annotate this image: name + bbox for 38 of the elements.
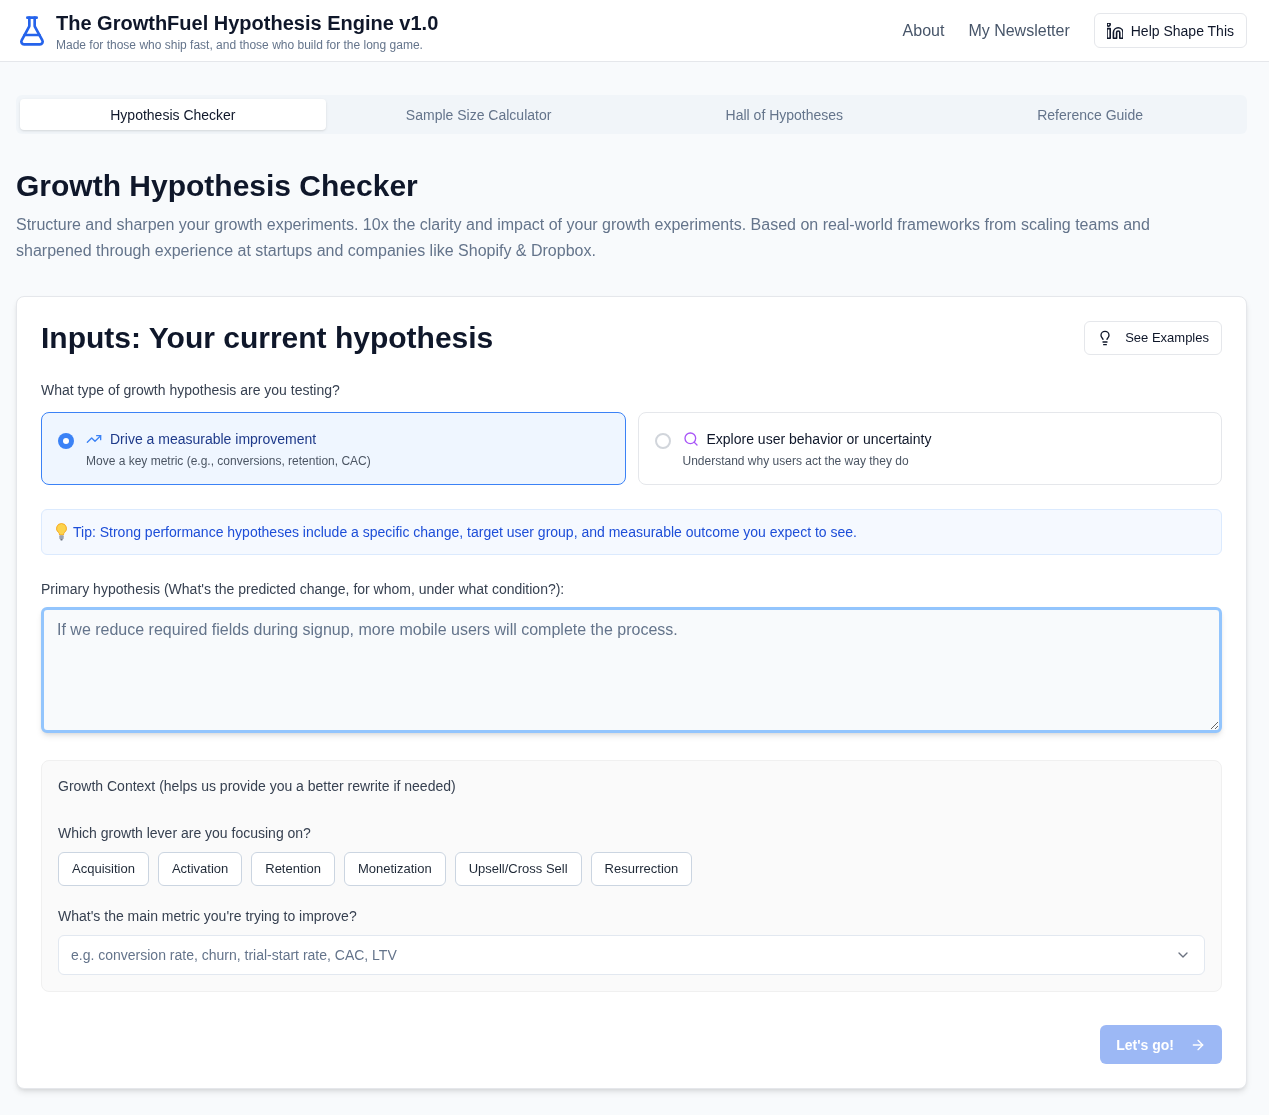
app-subtitle: Made for those who ship fast, and those who build for the long game. xyxy=(56,36,424,53)
app-title: The GrowthFuel Hypothesis Engine v1.0 xyxy=(56,10,439,36)
radio-button[interactable] xyxy=(58,433,74,449)
radio-button[interactable] xyxy=(654,433,671,449)
page-description: Structure and sharpen your growth experiments. 10x the clarity and impact of your growth experiments. Based on real-world frameworks from scaling teams and sharpened through experience at startups and companies like Shopify & Dropbox. xyxy=(16,215,1151,261)
tab[interactable]: Hall of Hypotheses xyxy=(631,99,938,130)
nav-link[interactable]: About xyxy=(902,18,945,43)
lever-question: Which growth lever are you focusing on? xyxy=(58,824,312,843)
option-description: Move a key metric (e.g., conversions, retention, CAC) xyxy=(86,453,371,469)
linkedin-icon xyxy=(1106,22,1123,39)
option-description: Understand why users act the way they do xyxy=(682,453,910,469)
lever-chip[interactable]: Acquisition xyxy=(58,852,149,886)
context-title: Growth Context (helps us provide you a better rewrite if needed) xyxy=(58,777,457,796)
see-examples-button[interactable]: See Examples xyxy=(1084,321,1222,355)
search-icon xyxy=(682,431,699,447)
hypothesis-label: Primary hypothesis (What's the predicted change, for whom, under what condition?): xyxy=(41,580,566,599)
hypothesis-type-option[interactable]: Explore user behavior or uncertainty Understand why users act the way they do xyxy=(637,412,1222,485)
lever-chip[interactable]: Retention xyxy=(251,852,335,886)
option-title: Drive a measurable improvement xyxy=(110,430,317,449)
option-title: Explore user behavior or uncertainty xyxy=(706,430,932,449)
hypothesis-type-option[interactable]: Drive a measurable improvement Move a key metric (e.g., conversions, retention, CAC) xyxy=(41,412,626,485)
tip-text: Tip: Strong performance hypotheses include a specific change, target user group, and measurable outcome you expect to see. xyxy=(73,523,857,542)
lever-chip[interactable]: Monetization xyxy=(343,852,446,886)
type-question: What type of growth hypothesis are you testing? xyxy=(41,381,341,400)
nav-link[interactable]: My Newsletter xyxy=(968,18,1070,43)
card-title: Inputs: Your current hypothesis xyxy=(41,320,494,356)
help-shape-button[interactable]: Help Shape This xyxy=(1093,13,1247,48)
light-bulb-icon xyxy=(56,523,67,541)
lever-chip[interactable]: Resurrection xyxy=(590,852,693,886)
tab[interactable]: Hypothesis Checker xyxy=(20,99,326,130)
lever-chip[interactable]: Activation xyxy=(157,852,243,886)
tab[interactable]: Reference Guide xyxy=(937,99,1243,130)
metric-question: What's the main metric you're trying to improve? xyxy=(58,907,358,926)
lever-chip[interactable]: Upsell/Cross Sell xyxy=(454,852,582,886)
page-title: Growth Hypothesis Checker xyxy=(16,168,419,204)
metric-field[interactable]: e.g. conversion rate, churn, trial-start rate, CAC, LTV xyxy=(58,935,1205,975)
tab[interactable]: Sample Size Calculator xyxy=(325,99,632,130)
hypothesis-field[interactable]: If we reduce required fields during signup, more mobile users will complete the process. xyxy=(41,607,1222,733)
